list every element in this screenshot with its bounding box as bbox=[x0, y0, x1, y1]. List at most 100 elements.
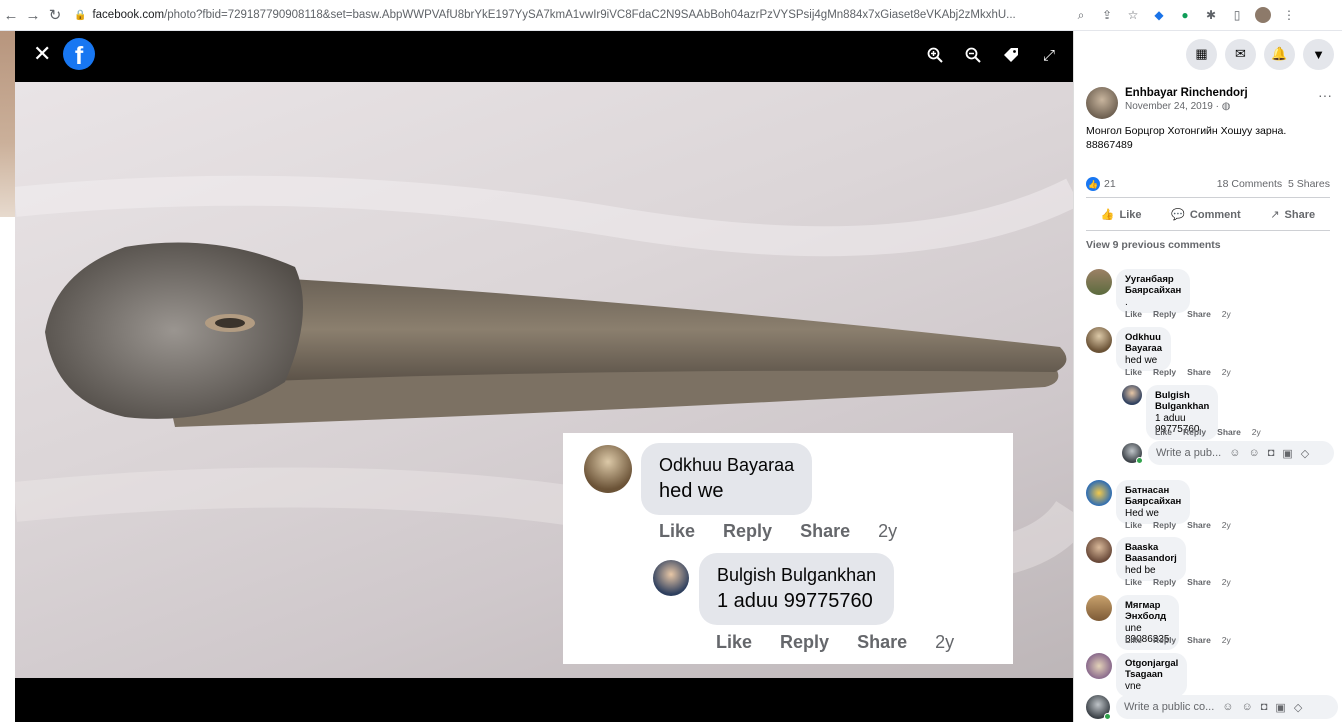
extension-icon[interactable]: ◆ bbox=[1151, 7, 1167, 23]
avatar[interactable] bbox=[1086, 269, 1112, 295]
reaction-summary: 👍 21 18 Comments 5 Shares bbox=[1074, 157, 1342, 197]
comment-author[interactable]: Baaska Baasandorj bbox=[1125, 542, 1177, 564]
avatar[interactable] bbox=[1086, 327, 1112, 353]
more-options-icon[interactable]: ··· bbox=[1318, 87, 1332, 103]
reply-link[interactable]: Reply bbox=[723, 521, 772, 542]
comment-age[interactable]: 2y bbox=[935, 632, 954, 653]
avatar-sticker-icon[interactable]: ☺ bbox=[1222, 701, 1233, 713]
shares-count[interactable]: 5 Shares bbox=[1288, 178, 1330, 190]
comment-button[interactable]: 💬 Comment bbox=[1171, 208, 1240, 221]
reload-icon[interactable]: ↻ bbox=[44, 6, 66, 24]
like-link[interactable]: Like bbox=[1155, 427, 1172, 437]
comment-age[interactable]: 2y bbox=[1222, 635, 1231, 645]
reply-link[interactable]: Reply bbox=[1153, 577, 1176, 587]
reply-link[interactable]: Reply bbox=[1153, 367, 1176, 377]
share-link[interactable]: Share bbox=[1217, 427, 1241, 437]
comment-age[interactable]: 2y bbox=[1222, 577, 1231, 587]
comment-age[interactable]: 2y bbox=[878, 521, 897, 542]
share-link[interactable]: Share bbox=[1187, 635, 1211, 645]
view-previous-comments[interactable]: View 9 previous comments bbox=[1074, 231, 1342, 257]
share-link[interactable]: Share bbox=[1187, 577, 1211, 587]
comment-author[interactable]: Bulgish Bulgankhan bbox=[717, 565, 876, 586]
comment-author[interactable]: Ууганбаяр Баярсайхан bbox=[1125, 274, 1181, 296]
avatar[interactable] bbox=[1086, 87, 1118, 119]
fullscreen-icon[interactable]: ⤢ bbox=[1039, 45, 1059, 65]
bookmark-star-icon[interactable]: ☆ bbox=[1125, 7, 1141, 23]
sticker-icon[interactable]: ◇ bbox=[1301, 447, 1309, 460]
camera-icon[interactable]: ◘ bbox=[1261, 701, 1268, 713]
like-link[interactable]: Like bbox=[1125, 309, 1142, 319]
like-link[interactable]: Like bbox=[1125, 367, 1142, 377]
avatar[interactable] bbox=[1086, 595, 1112, 621]
comment-age[interactable]: 2y bbox=[1222, 520, 1231, 530]
comment-age[interactable]: 2y bbox=[1222, 367, 1231, 377]
share-link[interactable]: Share bbox=[1187, 367, 1211, 377]
camera-icon[interactable]: ◘ bbox=[1268, 447, 1275, 459]
emoji-icon[interactable]: ☺ bbox=[1248, 447, 1259, 459]
sidebar-panel-icon[interactable]: ▯ bbox=[1229, 7, 1245, 23]
avatar[interactable] bbox=[1086, 480, 1112, 506]
like-button[interactable]: 👍 Like bbox=[1101, 208, 1142, 221]
comment-author[interactable]: Odkhuu Bayaraa bbox=[659, 455, 794, 476]
comment-author[interactable]: Odkhuu Bayaraa bbox=[1125, 332, 1162, 354]
share-link[interactable]: Share bbox=[800, 521, 850, 542]
comment-age[interactable]: 2y bbox=[1252, 427, 1261, 437]
extension-green-icon[interactable]: ● bbox=[1177, 7, 1193, 23]
reply-link[interactable]: Reply bbox=[1153, 309, 1176, 319]
forward-arrow-icon[interactable]: → bbox=[22, 7, 44, 24]
menu-grid-icon[interactable]: ▦ bbox=[1186, 38, 1217, 70]
emoji-icon[interactable]: ☺ bbox=[1242, 701, 1253, 713]
avatar-sticker-icon[interactable]: ☺ bbox=[1229, 447, 1240, 459]
avatar[interactable] bbox=[584, 445, 632, 493]
comment-author[interactable]: Мягмар Энхболд bbox=[1125, 600, 1170, 622]
notifications-bell-icon[interactable]: 🔔 bbox=[1264, 38, 1295, 70]
comments-count[interactable]: 18 Comments bbox=[1217, 178, 1282, 190]
close-icon[interactable]: ✕ bbox=[33, 43, 51, 65]
reaction-count[interactable]: 21 bbox=[1104, 178, 1116, 190]
address-bar[interactable]: 🔒 facebook.com/photo?fbid=729187790908118… bbox=[74, 9, 1059, 21]
messenger-icon[interactable]: ✉ bbox=[1225, 38, 1256, 70]
share-link[interactable]: Share bbox=[1187, 309, 1211, 319]
like-link[interactable]: Like bbox=[1125, 577, 1142, 587]
avatar[interactable] bbox=[653, 560, 689, 596]
avatar[interactable] bbox=[1086, 653, 1112, 679]
comment-author[interactable]: Otgonjargal Tsagaan bbox=[1125, 658, 1178, 680]
like-link[interactable]: Like bbox=[1125, 635, 1142, 645]
reply-input[interactable]: Write a pub... ☺ ☺ ◘ ▣ ◇ bbox=[1148, 441, 1334, 465]
reply-link[interactable]: Reply bbox=[1153, 635, 1176, 645]
back-arrow-icon[interactable]: ← bbox=[0, 7, 22, 24]
facebook-logo-icon[interactable]: f bbox=[63, 38, 95, 70]
tag-icon[interactable] bbox=[1001, 45, 1021, 65]
share-page-icon[interactable]: ⇪ bbox=[1099, 7, 1115, 23]
share-link[interactable]: Share bbox=[1187, 520, 1211, 530]
avatar[interactable] bbox=[1122, 385, 1142, 405]
share-button[interactable]: ↗ Share bbox=[1270, 208, 1315, 221]
comment-text: hed we bbox=[1125, 355, 1158, 366]
like-link[interactable]: Like bbox=[659, 521, 695, 542]
gif-icon[interactable]: ▣ bbox=[1282, 447, 1292, 460]
zoom-in-icon[interactable] bbox=[925, 45, 945, 65]
comment-input[interactable]: Write a public co... ☺ ☺ ◘ ▣ ◇ bbox=[1116, 695, 1338, 719]
comment-author[interactable]: Батнасан Баярсайхан bbox=[1125, 485, 1181, 507]
reply-link[interactable]: Reply bbox=[1153, 520, 1176, 530]
post-date[interactable]: November 24, 2019 · bbox=[1125, 101, 1222, 112]
comment-actions: Like Reply Share 2y bbox=[1155, 427, 1261, 437]
like-link[interactable]: Like bbox=[1125, 520, 1142, 530]
gif-icon[interactable]: ▣ bbox=[1275, 701, 1285, 714]
share-link[interactable]: Share bbox=[857, 632, 907, 653]
avatar[interactable] bbox=[1086, 537, 1112, 563]
zoom-out-icon[interactable] bbox=[963, 45, 983, 65]
puzzle-icon[interactable]: ✱ bbox=[1203, 7, 1219, 23]
sticker-icon[interactable]: ◇ bbox=[1294, 701, 1302, 714]
profile-avatar-icon[interactable] bbox=[1255, 7, 1271, 23]
comment-author[interactable]: Bulgish Bulgankhan bbox=[1155, 390, 1209, 412]
avatar bbox=[1086, 695, 1111, 720]
like-link[interactable]: Like bbox=[716, 632, 752, 653]
reply-link[interactable]: Reply bbox=[780, 632, 829, 653]
chrome-menu-icon[interactable]: ⋮ bbox=[1281, 7, 1297, 23]
reply-link[interactable]: Reply bbox=[1183, 427, 1206, 437]
account-dropdown-icon[interactable]: ▼ bbox=[1303, 38, 1334, 70]
search-icon[interactable]: ⌕ bbox=[1073, 7, 1089, 23]
post-author[interactable]: Enhbayar Rinchendorj bbox=[1125, 87, 1248, 99]
comment-age[interactable]: 2y bbox=[1222, 309, 1231, 319]
